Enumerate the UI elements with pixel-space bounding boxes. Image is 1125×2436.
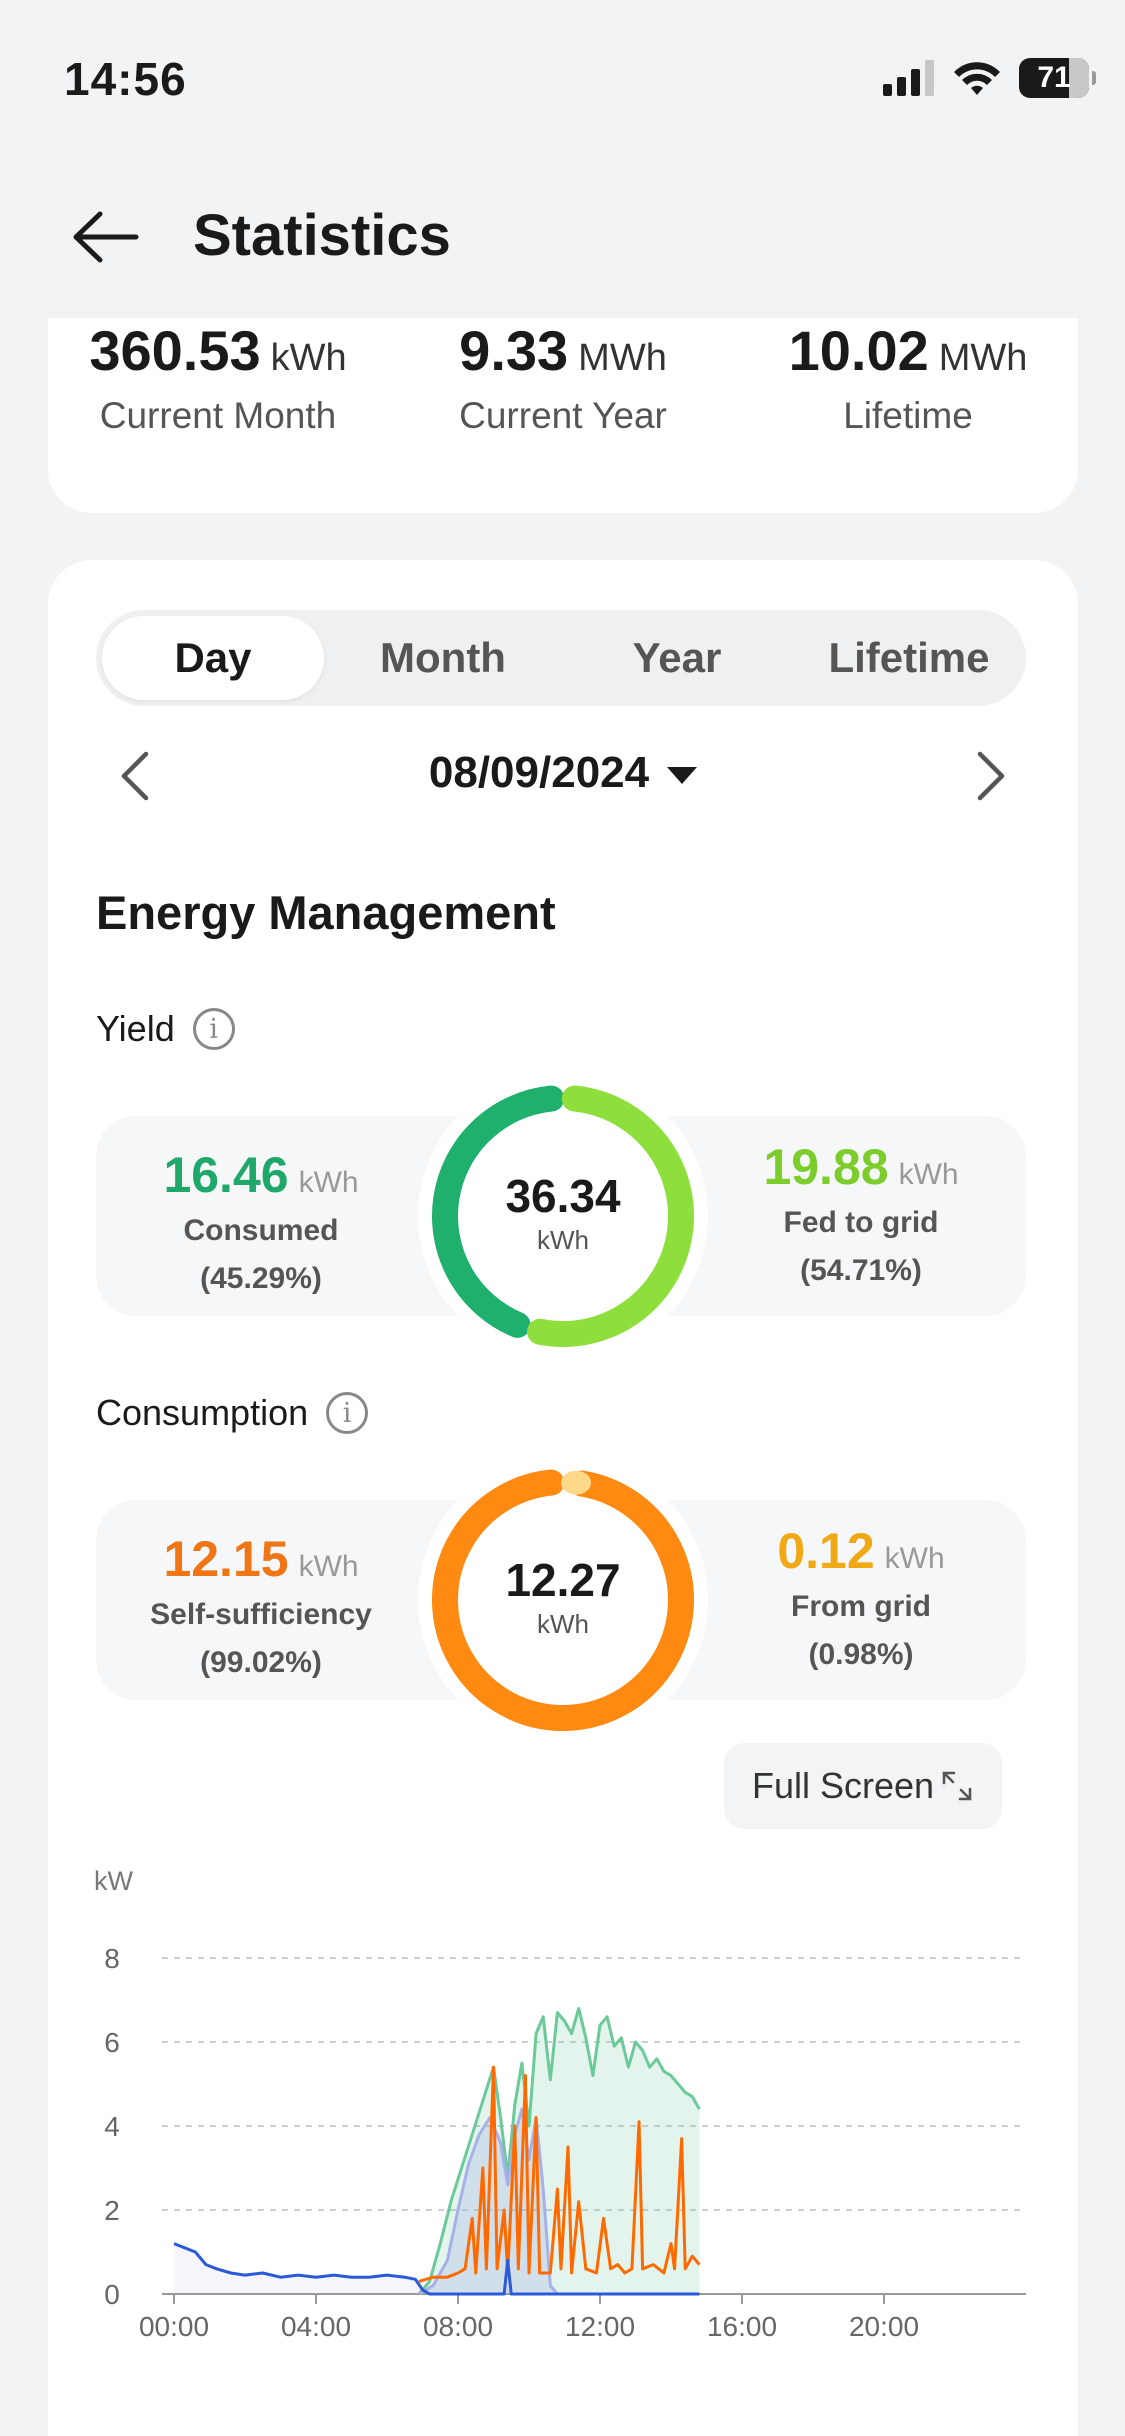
yield-fed-value: 19.88 (763, 1139, 889, 1195)
date-picker[interactable]: 08/09/2024 (48, 748, 1078, 798)
info-icon[interactable]: i (192, 1008, 235, 1050)
status-bar: 14:56 71 (0, 0, 1125, 150)
x-tick-label: 04:00 (281, 2311, 351, 2342)
consumption-self-label: Self-sufficiency (150, 1598, 372, 1631)
summary-unit: kWh (270, 337, 347, 379)
yield-fed-label: Fed to grid (783, 1206, 939, 1239)
chevron-right-icon[interactable] (966, 748, 1016, 804)
date-value: 08/09/2024 (428, 748, 650, 797)
y-axis-unit: kW (94, 1866, 134, 1896)
tab-lifetime[interactable]: Lifetime (798, 616, 1020, 700)
yield-consumed-value: 16.46 (163, 1147, 289, 1203)
yield-heading: Yield i (96, 1008, 235, 1050)
consumption-self: 12.15 kWh Self-sufficiency (99.02%) (96, 1530, 426, 1684)
y-tick-label: 6 (104, 2027, 120, 2058)
summary-label: Lifetime (843, 395, 973, 436)
caret-down-icon (667, 766, 698, 784)
consumption-heading: Consumption i (96, 1392, 369, 1434)
power-chart-svg: kW 0 2 4 6 8 00:00 04:00 08:00 12:00 16:00 20:00 (94, 1866, 1026, 2342)
summary-unit: MWh (578, 337, 667, 379)
consumption-grid-arc (561, 1470, 592, 1495)
wifi-icon (954, 62, 1000, 95)
status-time: 14:56 (64, 53, 187, 105)
signal-icon (883, 60, 934, 96)
x-tick-label: 16:00 (707, 2311, 777, 2342)
tab-month[interactable]: Month (332, 616, 554, 700)
panel-unit: kWh (298, 1550, 359, 1583)
fullscreen-label: Full Screen (751, 1765, 935, 1806)
panel-unit: kWh (298, 1166, 359, 1199)
consumption-self-value: 12.15 (163, 1531, 289, 1587)
y-tick-label: 0 (104, 2279, 120, 2310)
yield-total-value: 36.34 (505, 1170, 621, 1222)
consumption-total-value: 12.27 (505, 1554, 621, 1606)
consumption-total-unit: kWh (537, 1609, 589, 1639)
y-tick-label: 4 (104, 2111, 120, 2142)
period-tabs: Day Month Year Lifetime (96, 610, 1026, 706)
yield-fed-to-grid: 19.88 kWh Fed to grid (54.71%) (696, 1138, 1026, 1292)
x-tick-label: 20:00 (849, 2311, 919, 2342)
page-title: Statistics (193, 203, 451, 268)
consumption-grid-value: 0.12 (777, 1523, 875, 1579)
consumption-from-grid: 0.12 kWh From grid (0.98%) (696, 1522, 1026, 1676)
consumption-grid-pct: (0.98%) (808, 1638, 914, 1671)
summary-card: 360.53 kWh Current Month 9.33 MWh Current … (48, 318, 1078, 513)
x-tick-label: 08:00 (423, 2311, 493, 2342)
panel-unit: kWh (884, 1542, 945, 1575)
yield-consumed-pct: (45.29%) (200, 1262, 322, 1295)
yield-title: Yield (96, 1008, 175, 1049)
consumption-total: 12.27 kWh (418, 1553, 708, 1640)
summary-label: Current Year (459, 395, 667, 436)
summary-unit: MWh (938, 337, 1028, 379)
summary-current-month: 360.53 kWh Current Month (48, 318, 388, 437)
date-selector: 08/09/2024 (48, 730, 1078, 820)
tab-day[interactable]: Day (102, 616, 324, 700)
summary-lifetime: 10.02 MWh Lifetime (738, 318, 1078, 437)
y-tick-label: 2 (104, 2195, 120, 2226)
energy-card: Day Month Year Lifetime 08/09/2024 Energ… (48, 560, 1078, 2436)
battery-icon: 71 (1019, 58, 1096, 98)
yield-ring: 36.34 kWh (418, 1071, 708, 1361)
yield-total-unit: kWh (537, 1225, 589, 1255)
info-icon[interactable]: i (326, 1392, 369, 1434)
panel-unit: kWh (898, 1158, 959, 1191)
yield-fed-pct: (54.71%) (800, 1254, 922, 1287)
x-tick-label: 12:00 (565, 2311, 635, 2342)
yield-consumed: 16.46 kWh Consumed (45.29%) (96, 1146, 426, 1300)
summary-value: 9.33 (459, 319, 569, 382)
consumption-self-pct: (99.02%) (200, 1646, 322, 1679)
power-chart: kW 0 2 4 6 8 00:00 04:00 08:00 12:00 16:00 20:00 (48, 1850, 1078, 2436)
consumption-ring: 12.27 kWh (418, 1455, 708, 1745)
expand-icon (942, 1771, 972, 1801)
summary-value: 360.53 (89, 319, 261, 382)
consumption-grid-label: From grid (791, 1590, 931, 1623)
x-tick-label: 00:00 (139, 2311, 209, 2342)
yield-consumed-label: Consumed (183, 1214, 339, 1247)
status-icons: 71 (883, 58, 1096, 98)
section-title: Energy Management (96, 886, 556, 939)
consumption-title: Consumption (96, 1392, 309, 1433)
summary-value: 10.02 (788, 319, 929, 382)
tab-year[interactable]: Year (566, 616, 788, 700)
back-arrow-icon[interactable] (70, 202, 140, 272)
yield-total: 36.34 kWh (418, 1169, 708, 1256)
header: Statistics (0, 180, 1125, 290)
y-tick-label: 8 (104, 1943, 120, 1974)
summary-current-year: 9.33 MWh Current Year (393, 318, 733, 437)
battery-level: 71 (1037, 61, 1071, 94)
summary-label: Current Month (99, 395, 337, 436)
fullscreen-button[interactable]: Full Screen (724, 1743, 1002, 1829)
